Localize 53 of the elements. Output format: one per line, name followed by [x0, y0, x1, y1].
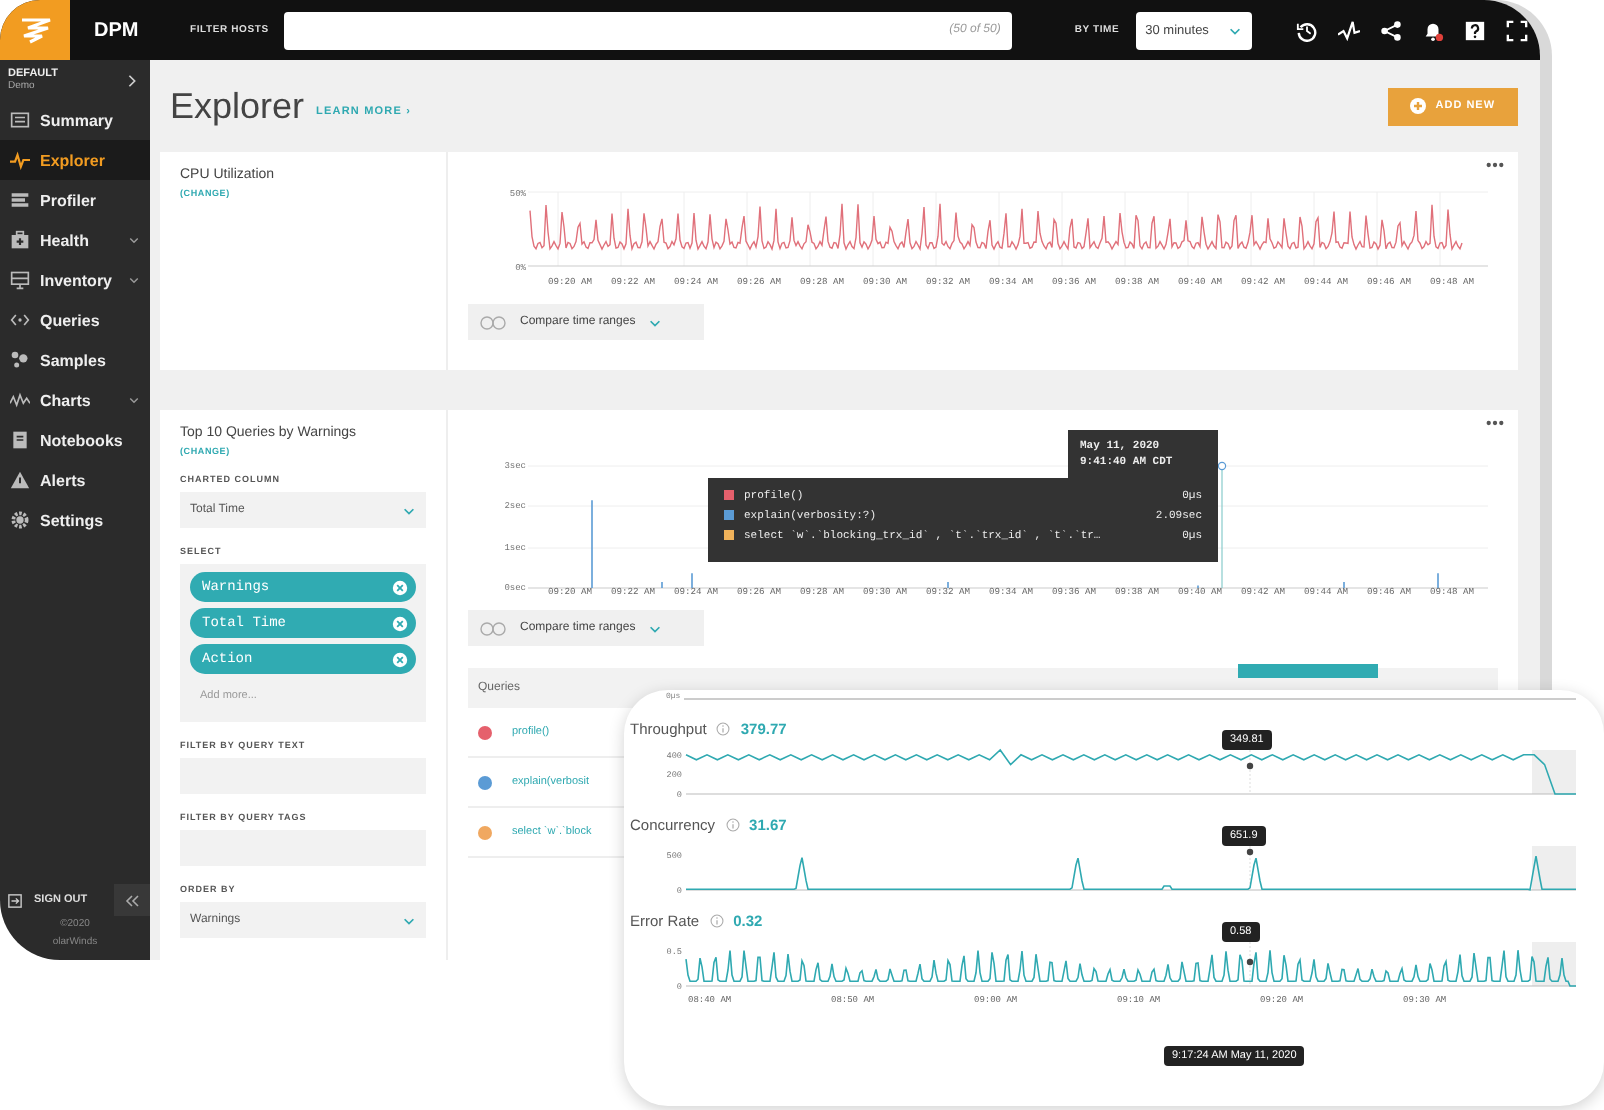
- more-icon[interactable]: [1485, 162, 1504, 168]
- monitor-icon: [10, 270, 30, 290]
- history-icon[interactable]: [1295, 19, 1318, 41]
- marker-dot: [1246, 762, 1254, 770]
- chevron-down-icon: [402, 503, 416, 517]
- nav-item[interactable]: Alerts: [0, 460, 150, 500]
- shaded-region: [1532, 750, 1576, 794]
- dots-icon: [10, 350, 30, 370]
- remove-icon[interactable]: [392, 579, 408, 595]
- wave-icon: [10, 390, 30, 410]
- pulse-icon[interactable]: [1337, 19, 1360, 41]
- chevron-down-icon: [1227, 23, 1242, 37]
- nav-item[interactable]: Profiler: [0, 180, 150, 220]
- toggle-icon: [480, 315, 508, 329]
- toggle-icon: [480, 621, 508, 635]
- sign-out-icon: [8, 893, 22, 907]
- medkit-icon: [10, 230, 30, 250]
- nav-item[interactable]: Notebooks: [0, 420, 150, 460]
- marker-dot: [1246, 848, 1254, 856]
- more-icon[interactable]: [1485, 420, 1504, 426]
- shaded-region: [1532, 846, 1576, 890]
- plus-icon: [1409, 98, 1426, 114]
- app-name: DPM: [94, 19, 139, 41]
- remove-icon[interactable]: [392, 651, 408, 667]
- notebook-icon: [10, 430, 30, 450]
- nav-item[interactable]: Health: [0, 220, 150, 260]
- chevron-right-icon[interactable]: [126, 73, 138, 87]
- remove-icon[interactable]: [392, 615, 408, 631]
- help-icon[interactable]: [1463, 19, 1486, 41]
- nav-item[interactable]: Settings: [0, 500, 150, 540]
- nav-item[interactable]: Explorer: [0, 140, 150, 180]
- nav-item[interactable]: Queries: [0, 300, 150, 340]
- share-icon[interactable]: [1379, 19, 1402, 41]
- chevron-down-icon: [402, 913, 416, 927]
- nav-item[interactable]: Samples: [0, 340, 150, 380]
- chevron-down-icon: [647, 315, 662, 329]
- chevron-down-icon: [647, 621, 662, 635]
- bell-icon[interactable]: [1421, 19, 1444, 41]
- double-chevron-icon: [124, 893, 140, 907]
- pulse-icon: [10, 150, 30, 170]
- header-highlight: [1238, 664, 1378, 678]
- nav-item[interactable]: Summary: [0, 100, 150, 140]
- code-icon: [10, 310, 30, 330]
- gear-icon: [10, 510, 30, 530]
- collapse-button[interactable]: [114, 884, 150, 916]
- list-icon: [10, 110, 30, 130]
- nav-item[interactable]: Inventory: [0, 260, 150, 300]
- marker-dot: [1246, 958, 1254, 966]
- page-title: Explorer: [170, 85, 305, 127]
- warning-icon: [10, 470, 30, 490]
- nav-item[interactable]: Charts: [0, 380, 150, 420]
- bars-icon: [10, 190, 30, 210]
- fullscreen-icon[interactable]: [1505, 19, 1528, 41]
